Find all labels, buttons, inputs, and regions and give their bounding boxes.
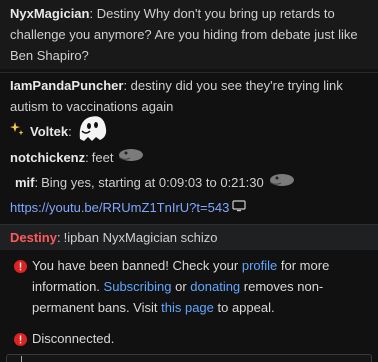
emote-fish (118, 147, 144, 169)
chat-message: mif: Bing yes, starting at 0:09:03 to 0:… (0, 170, 378, 195)
alert-icon (14, 331, 27, 352)
emote-fish (269, 172, 295, 194)
username[interactable]: Destiny (10, 227, 57, 248)
alert-icon (14, 258, 27, 279)
divider (0, 72, 378, 73)
subscribing-link[interactable]: Subscribing (104, 279, 172, 294)
username[interactable]: IamPandaPuncher (10, 78, 123, 93)
donating-link[interactable]: donating (190, 279, 240, 294)
message-text: !ipban NyxMagician schizo (63, 230, 218, 245)
tv-icon[interactable] (232, 197, 246, 218)
sparkle-icon (10, 121, 24, 142)
disconnected-notice: Disconnected. (0, 325, 378, 352)
chat-message: IamPandaPuncher: destiny did you see the… (10, 78, 343, 114)
username[interactable]: NyxMagician (10, 6, 89, 21)
chat-panel: NyxMagician: Destiny Why don't you bring… (0, 0, 378, 362)
username[interactable]: Voltek (30, 121, 68, 142)
chat-input[interactable] (6, 354, 372, 362)
text-caret (21, 356, 22, 362)
emote-ghost (76, 113, 108, 149)
highlighted-message: Destiny: !ipban NyxMagician schizo (0, 224, 378, 250)
message-text: feet (91, 150, 114, 165)
appeal-link[interactable]: this page (161, 300, 214, 315)
username[interactable]: mif (15, 172, 35, 193)
ban-notice: You have been banned! Check your profile… (0, 252, 378, 321)
chat-message: NyxMagician: Destiny Why don't you bring… (0, 0, 378, 69)
chat-message: Voltek: (0, 116, 378, 145)
chat-message: https://youtu.be/RRUmZ1TnIrU?t=543 (0, 195, 378, 220)
username[interactable]: notchickenz (10, 147, 85, 168)
chat-message: notchickenz: feet (0, 145, 378, 170)
message-link[interactable]: https://youtu.be/RRUmZ1TnIrU?t=543 (10, 197, 229, 218)
message-text: Bing yes, starting at 0:09:03 to 0:21:30 (41, 175, 264, 190)
profile-link[interactable]: profile (242, 258, 277, 273)
